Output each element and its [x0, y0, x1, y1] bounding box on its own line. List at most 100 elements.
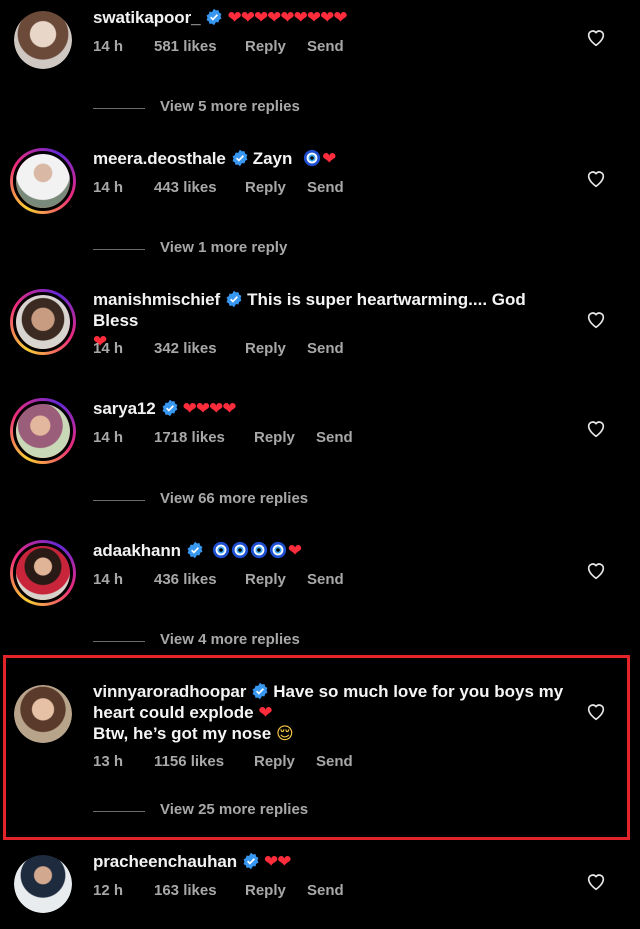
send-button[interactable]: Send [316, 753, 353, 770]
comment-body: Have so much love for you boys my [273, 682, 564, 701]
comment-time: 14 h [93, 340, 124, 357]
send-button[interactable]: Send [307, 179, 344, 196]
avatar[interactable] [10, 540, 76, 606]
reply-button[interactable]: Reply [245, 38, 286, 55]
like-count[interactable]: 1718 likes [154, 429, 225, 446]
verified-badge-icon [232, 149, 248, 167]
send-button[interactable]: Send [307, 38, 344, 55]
avatar-photo-icon [16, 295, 70, 349]
send-button[interactable]: Send [307, 571, 344, 588]
comment-time: 13 h [93, 753, 124, 770]
evil-eye-icon [304, 149, 321, 167]
heart-outline-icon[interactable] [585, 167, 607, 189]
like-count[interactable]: 163 likes [154, 882, 217, 899]
evil-eye-icon [269, 541, 287, 559]
heart-emoji: ❤❤❤❤❤❤❤❤❤ [227, 8, 347, 27]
heart-emoji: ❤❤❤❤ [182, 399, 237, 418]
send-button[interactable]: Send [307, 340, 344, 357]
heart-outline-icon[interactable] [585, 26, 607, 48]
reply-button[interactable]: Reply [254, 429, 295, 446]
replies-divider [93, 500, 145, 501]
avatar-photo-icon [16, 546, 70, 600]
comment-time: 14 h [93, 571, 124, 588]
avatar[interactable] [10, 7, 76, 73]
view-replies-label: View 5 more replies [160, 98, 300, 115]
comment-text: adaakhann ❤ [93, 540, 568, 561]
view-replies-button[interactable]: View 5 more replies [93, 98, 393, 118]
comment-username[interactable]: pracheenchauhan [93, 852, 237, 871]
heart-emoji: ❤ [322, 149, 336, 168]
verified-badge-icon [252, 682, 268, 700]
heart-emoji: ❤ [287, 541, 302, 560]
like-count[interactable]: 1156 likes [154, 753, 224, 770]
evil-eye-icon [231, 541, 249, 559]
heart-outline-icon[interactable] [585, 700, 607, 722]
avatar[interactable] [10, 851, 76, 917]
comment-text: meera.deosthale Zayn ❤ [93, 148, 568, 169]
send-button[interactable]: Send [316, 429, 353, 446]
reply-button[interactable]: Reply [254, 753, 295, 770]
view-replies-label: View 25 more replies [160, 801, 309, 818]
comment-username[interactable]: adaakhann [93, 541, 181, 560]
avatar[interactable] [10, 148, 76, 214]
view-replies-button[interactable]: View 4 more replies [93, 631, 393, 651]
comment-username[interactable]: manishmischief [93, 290, 220, 309]
avatar-photo-icon [14, 855, 72, 913]
like-count[interactable]: 342 likes [154, 340, 217, 357]
comment-username[interactable]: meera.deosthale [93, 149, 226, 168]
evil-eye-icon [212, 541, 230, 559]
avatar[interactable] [10, 289, 76, 355]
reply-button[interactable]: Reply [245, 571, 286, 588]
avatar-photo-icon [16, 154, 70, 208]
avatar[interactable] [10, 681, 76, 747]
comment-text: sarya12 ❤❤❤❤ [93, 398, 568, 419]
avatar-photo-icon [16, 404, 70, 458]
comment-username[interactable]: vinnyaroradhoopar [93, 682, 246, 701]
send-button[interactable]: Send [307, 882, 344, 899]
reply-button[interactable]: Reply [245, 179, 286, 196]
comment-text: swatikapoor_ ❤❤❤❤❤❤❤❤❤ [93, 7, 568, 28]
like-count[interactable]: 443 likes [154, 179, 217, 196]
heart-outline-icon[interactable] [585, 417, 607, 439]
comment-text: pracheenchauhan ❤❤ [93, 851, 568, 872]
avatar-photo-icon [14, 11, 72, 69]
avatar-photo-icon [14, 685, 72, 743]
view-replies-label: View 66 more replies [160, 490, 309, 507]
replies-divider [93, 108, 145, 109]
replies-divider [93, 641, 145, 642]
comment-body-line3: Btw, he’s got my nose [93, 724, 272, 743]
comment-body-line2: heart could explode [93, 703, 254, 722]
heart-outline-icon[interactable] [585, 308, 607, 330]
relieved-face-emoji: 😌 [275, 724, 294, 743]
verified-badge-icon [226, 290, 242, 308]
view-replies-button[interactable]: View 1 more reply [93, 239, 393, 259]
like-count[interactable]: 436 likes [154, 571, 217, 588]
view-replies-button[interactable]: View 25 more replies [93, 801, 393, 821]
view-replies-label: View 4 more replies [160, 631, 300, 648]
like-count[interactable]: 581 likes [154, 38, 217, 55]
comment-time: 12 h [93, 882, 124, 899]
verified-badge-icon [207, 8, 222, 26]
comment-time: 14 h [93, 429, 124, 446]
verified-badge-icon [162, 399, 178, 417]
heart-outline-icon[interactable] [585, 559, 607, 581]
reply-button[interactable]: Reply [245, 340, 286, 357]
replies-divider [93, 811, 145, 812]
comment-body: Zayn [252, 149, 293, 168]
verified-badge-icon [187, 541, 203, 559]
comment-text: vinnyaroradhoopar Have so much love for y… [93, 681, 568, 744]
comment-time: 14 h [93, 38, 124, 55]
heart-emoji: ❤❤ [264, 852, 291, 871]
avatar[interactable] [10, 398, 76, 464]
comment-username[interactable]: sarya12 [93, 399, 156, 418]
view-replies-button[interactable]: View 66 more replies [93, 490, 393, 510]
evil-eye-icon [250, 541, 268, 559]
verified-badge-icon [243, 852, 259, 870]
replies-divider [93, 249, 145, 250]
heart-outline-icon[interactable] [585, 870, 607, 892]
comment-time: 14 h [93, 179, 124, 196]
reply-button[interactable]: Reply [245, 882, 286, 899]
heart-emoji: ❤ [258, 703, 272, 722]
comment-username[interactable]: swatikapoor_ [93, 8, 201, 27]
view-replies-label: View 1 more reply [160, 239, 288, 256]
